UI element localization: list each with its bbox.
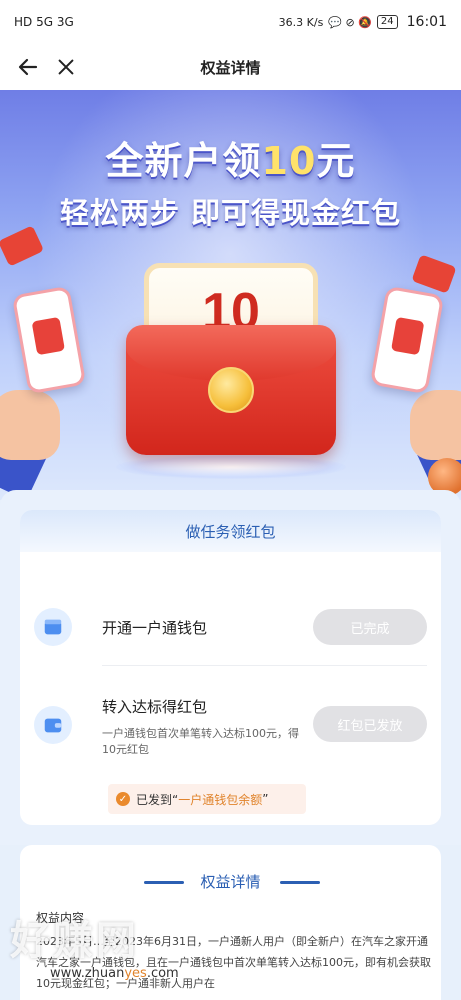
red-envelope-illustration: 10 bbox=[116, 255, 346, 485]
task-description: 一户通钱包首次单笔转入达标100元，得10元红包 bbox=[102, 727, 299, 756]
headline-suffix: 元 bbox=[316, 139, 356, 183]
headline-prefix: 全新户领 bbox=[105, 139, 262, 183]
sent-prefix: 已发到“ bbox=[136, 792, 179, 807]
reward-issued-button[interactable]: 红包已发放 bbox=[313, 706, 427, 742]
headline-amount: 10 bbox=[261, 139, 317, 183]
banner-subheadline: 轻松两步 即可得现金红包 bbox=[59, 196, 402, 230]
arrow-left-icon bbox=[18, 58, 38, 76]
details-title: 权益详情 bbox=[200, 873, 261, 891]
task-name: 开通一户通钱包 bbox=[102, 619, 208, 637]
gold-coin-icon bbox=[208, 367, 254, 413]
battery-indicator: 24 bbox=[376, 15, 398, 29]
task-completed-button[interactable]: 已完成 bbox=[313, 609, 427, 645]
banner-headline: 全新户领10元 bbox=[0, 130, 461, 185]
watermark-url: www.zhuanyes.com bbox=[50, 966, 179, 981]
task-name: 转入达标得红包 bbox=[102, 698, 208, 716]
wallet-box-icon bbox=[34, 608, 72, 646]
hand-illustration bbox=[0, 390, 60, 460]
nav-bar: 权益详情 bbox=[0, 44, 461, 90]
clock: 16:01 bbox=[406, 14, 447, 30]
hand-illustration bbox=[410, 390, 461, 460]
divider bbox=[102, 665, 427, 666]
task-section: 做任务领红包 开通一户通钱包 已完成 转入达标得红包 一户通钱包首次单笔转入达标… bbox=[0, 490, 461, 845]
check-icon: ✓ bbox=[116, 792, 130, 806]
pedestal bbox=[116, 455, 346, 479]
task-header: 做任务领红包 bbox=[20, 510, 441, 552]
watermark-logo: 好赚网 bbox=[10, 918, 139, 964]
speed-indicator: 36.3 K/s bbox=[278, 15, 324, 29]
close-button[interactable] bbox=[48, 49, 84, 85]
back-button[interactable] bbox=[10, 49, 46, 85]
watermark-url-suffix: .com bbox=[146, 966, 179, 981]
network-indicator: HD 5G 3G bbox=[14, 15, 74, 29]
promo-banner: 全新户领10元 轻松两步 即可得现金红包 10 bbox=[0, 90, 461, 500]
notification-icons: 💬 ⊘ 🔕 bbox=[328, 15, 372, 29]
title-decoration bbox=[280, 881, 320, 884]
watermark-url-mid: yes bbox=[124, 966, 147, 981]
sent-notice: ✓ 已发到“ 一户通钱包余额” bbox=[108, 784, 306, 814]
sent-target: 一户通钱包余额 bbox=[178, 792, 263, 807]
sent-suffix: ” bbox=[262, 792, 269, 806]
watermark-url-prefix: www.zhuan bbox=[50, 966, 125, 981]
status-bar: HD 5G 3G 36.3 K/s 💬 ⊘ 🔕 24 16:01 bbox=[0, 0, 461, 44]
task-card: 做任务领红包 开通一户通钱包 已完成 转入达标得红包 一户通钱包首次单笔转入达标… bbox=[20, 510, 441, 825]
close-icon bbox=[58, 59, 74, 75]
wallet-icon bbox=[34, 706, 72, 744]
